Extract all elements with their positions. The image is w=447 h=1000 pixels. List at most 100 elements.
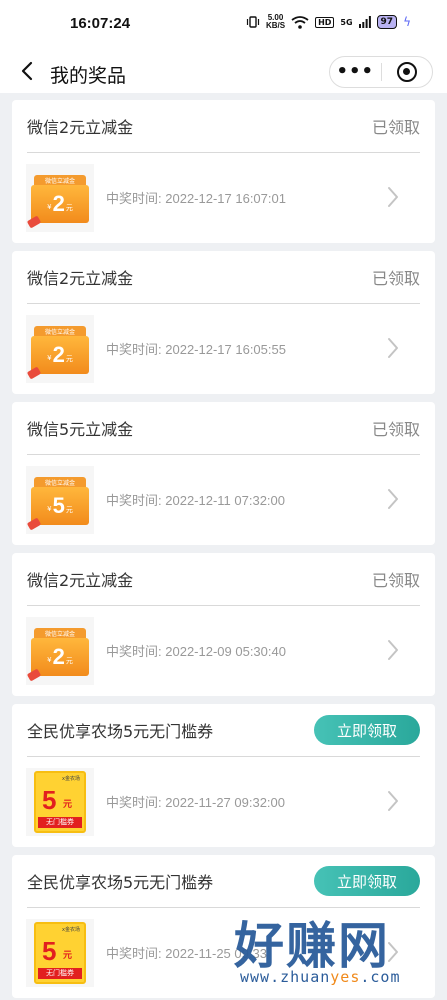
win-time-value: 2022-12-09 05:30:40	[165, 644, 286, 659]
watermark-url: www.zhuanyes.com	[240, 968, 401, 986]
cash-coupon-image: 微信立减金 ¥ 5 元	[26, 475, 89, 530]
prize-name: 全民优享农场5元无门槛券	[27, 873, 214, 892]
prize-thumbnail: x金农场 5 元 无门槛券	[26, 767, 94, 836]
voucher-band: 无门槛券	[38, 816, 82, 828]
coupon-amount: 2	[52, 341, 65, 367]
claim-now-button[interactable]: 立即领取	[314, 715, 420, 745]
status-bar: 16:07:24 5.00 KB/S HD 5G 97 ϟ	[0, 0, 447, 50]
mini-program-capsule: •••	[329, 56, 433, 88]
site-watermark: 好赚网 www.zhuanyes.com	[234, 906, 444, 1000]
net-speed-unit: KB/S	[265, 21, 286, 30]
prize-status: 已领取	[371, 269, 420, 288]
prize-name: 微信2元立减金	[27, 118, 134, 137]
coupon-amount: 5	[52, 492, 65, 518]
chevron-right-icon[interactable]	[386, 638, 400, 662]
cash-coupon-image: 微信立减金 ¥ 2 元	[26, 324, 89, 379]
prize-card[interactable]: 微信2元立减金 已领取 微信立减金 ¥ 2 元 中奖时间: 2022-12-09…	[12, 553, 435, 696]
watermark-url-highlight: yes	[330, 968, 361, 986]
prize-card[interactable]: 微信5元立减金 已领取 微信立减金 ¥ 5 元 中奖时间: 2022-12-11…	[12, 402, 435, 545]
cash-coupon-image: 微信立减金 ¥ 2 元	[26, 173, 89, 228]
prize-status: 已领取	[371, 118, 420, 137]
win-time-label: 中奖时间:	[106, 191, 162, 206]
prize-card-body[interactable]: 微信立减金 ¥ 2 元 中奖时间: 2022-12-09 05:30:40	[26, 606, 420, 695]
signal-label: 5G	[340, 17, 353, 27]
net-speed: 5.00 KB/S	[266, 14, 285, 30]
watermark-url-suffix: .com	[360, 968, 401, 986]
voucher-unit: 元	[63, 950, 73, 961]
coupon-unit: 元	[65, 505, 73, 514]
coupon-body: ¥ 5 元	[31, 486, 89, 525]
coupon-body: ¥ 2 元	[31, 184, 89, 223]
prize-thumbnail: x金农场 5 元 无门槛券	[26, 918, 94, 987]
win-time: 中奖时间: 2022-11-27 09:32:00	[106, 792, 285, 811]
win-time-value: 2022-12-17 16:05:55	[165, 342, 286, 357]
more-dots-icon[interactable]: •••	[330, 56, 381, 88]
prize-card-header: 微信2元立减金 已领取	[27, 251, 420, 304]
prize-status: 已领取	[371, 420, 420, 439]
win-time-label: 中奖时间:	[106, 946, 162, 961]
prize-thumbnail: 微信立减金 ¥ 5 元	[26, 465, 94, 534]
coupon-unit: 元	[65, 203, 73, 212]
win-time-label: 中奖时间:	[106, 644, 162, 659]
prize-card[interactable]: 微信2元立减金 已领取 微信立减金 ¥ 2 元 中奖时间: 2022-12-17…	[12, 251, 435, 394]
win-time-value: 2022-12-11 07:32:00	[165, 493, 285, 508]
prize-card-header: 全民优享农场5元无门槛券 立即领取	[27, 704, 420, 757]
watermark-url-prefix: www.zhuan	[240, 968, 331, 986]
coupon-yen-symbol: ¥	[47, 202, 52, 211]
prize-card-body[interactable]: 微信立减金 ¥ 2 元 中奖时间: 2022-12-17 16:05:55	[26, 304, 420, 393]
coupon-body: ¥ 2 元	[31, 335, 89, 374]
hd-badge: HD	[315, 16, 335, 28]
win-time-label: 中奖时间:	[106, 493, 162, 508]
prize-card-header: 全民优享农场5元无门槛券 立即领取	[27, 855, 420, 908]
voucher-coupon-image: x金农场 5 元 无门槛券	[34, 921, 86, 984]
coupon-yen-symbol: ¥	[47, 655, 52, 664]
voucher-band: 无门槛券	[38, 967, 82, 979]
win-time: 中奖时间: 2022-12-11 07:32:00	[106, 490, 285, 509]
prize-card-header: 微信5元立减金 已领取	[27, 402, 420, 455]
claim-now-button[interactable]: 立即领取	[314, 866, 420, 896]
win-time-value: 2022-12-17 16:07:01	[165, 191, 286, 206]
close-mini-program-button[interactable]	[381, 62, 432, 82]
vibrate-icon	[246, 16, 260, 28]
win-time-value: 2022-11-27 09:32:00	[165, 795, 285, 810]
prize-name: 微信2元立减金	[27, 571, 134, 590]
prize-name: 微信5元立减金	[27, 420, 134, 439]
prize-card-body[interactable]: x金农场 5 元 无门槛券 中奖时间: 2022-11-27 09:32:00	[26, 757, 420, 846]
voucher-amount: 5	[42, 784, 57, 815]
status-time: 16:07:24	[70, 15, 131, 32]
win-time-label: 中奖时间:	[106, 342, 162, 357]
coupon-body: ¥ 2 元	[31, 637, 89, 676]
prize-card-body[interactable]: 微信立减金 ¥ 2 元 中奖时间: 2022-12-17 16:07:01	[26, 153, 420, 242]
prize-thumbnail: 微信立减金 ¥ 2 元	[26, 616, 94, 685]
charging-icon: ϟ	[403, 15, 411, 29]
chevron-right-icon[interactable]	[386, 185, 400, 209]
prize-thumbnail: 微信立减金 ¥ 2 元	[26, 163, 94, 232]
status-icons: 5.00 KB/S HD 5G 97 ϟ	[246, 14, 411, 30]
back-icon[interactable]	[16, 59, 40, 83]
chevron-right-icon[interactable]	[386, 336, 400, 360]
prize-name: 全民优享农场5元无门槛券	[27, 722, 214, 741]
win-time: 中奖时间: 2022-12-17 16:07:01	[106, 188, 286, 207]
voucher-coupon-image: x金农场 5 元 无门槛券	[34, 770, 86, 833]
prize-card-header: 微信2元立减金 已领取	[27, 100, 420, 153]
prize-thumbnail: 微信立减金 ¥ 2 元	[26, 314, 94, 383]
prize-list: 微信2元立减金 已领取 微信立减金 ¥ 2 元 中奖时间: 2022-12-17…	[0, 94, 447, 998]
voucher-header: x金农场	[62, 775, 80, 782]
win-time: 中奖时间: 2022-12-09 05:30:40	[106, 641, 286, 660]
voucher-header: x金农场	[62, 926, 80, 933]
prize-card[interactable]: 全民优享农场5元无门槛券 立即领取 x金农场 5 元 无门槛券 中奖时间: 20…	[12, 704, 435, 847]
prize-card[interactable]: 微信2元立减金 已领取 微信立减金 ¥ 2 元 中奖时间: 2022-12-17…	[12, 100, 435, 243]
prize-card-body[interactable]: 微信立减金 ¥ 5 元 中奖时间: 2022-12-11 07:32:00	[26, 455, 420, 544]
voucher-unit: 元	[63, 799, 73, 810]
chevron-right-icon[interactable]	[386, 487, 400, 511]
battery-indicator: 97	[376, 15, 398, 29]
voucher-amount: 5	[42, 935, 57, 966]
win-time: 中奖时间: 2022-12-17 16:05:55	[106, 339, 286, 358]
target-close-icon	[396, 62, 417, 82]
prize-name: 微信2元立减金	[27, 269, 134, 288]
coupon-yen-symbol: ¥	[47, 353, 52, 362]
page-title: 我的奖品	[50, 65, 127, 87]
cash-coupon-image: 微信立减金 ¥ 2 元	[26, 626, 89, 681]
win-time-label: 中奖时间:	[106, 795, 162, 810]
chevron-right-icon[interactable]	[386, 789, 400, 813]
